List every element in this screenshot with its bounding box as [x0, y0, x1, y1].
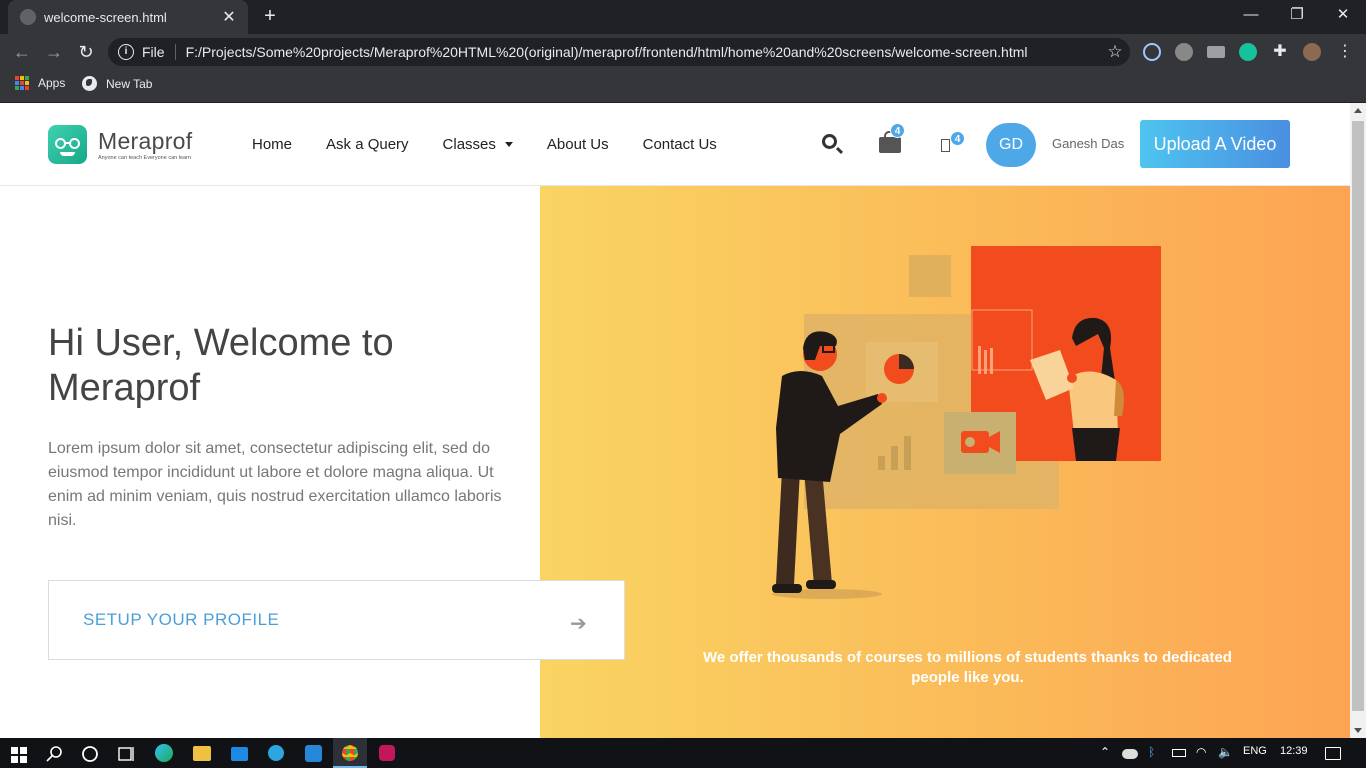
- back-button[interactable]: ←: [10, 40, 34, 64]
- nav-contact[interactable]: Contact Us: [643, 136, 717, 153]
- clock[interactable]: 12:39: [1280, 745, 1308, 757]
- restore-button[interactable]: ❐: [1274, 0, 1320, 34]
- search-taskbar-icon[interactable]: [46, 744, 64, 764]
- omnibox-divider: [174, 44, 176, 60]
- new-tab-button[interactable]: +: [258, 5, 282, 29]
- illustration-panel: We offer thousands of courses to million…: [540, 186, 1350, 738]
- onedrive-icon[interactable]: [1122, 749, 1138, 759]
- bookmarks-bar: Apps New Tab: [0, 70, 1366, 103]
- volume-icon[interactable]: 🔈: [1218, 745, 1233, 759]
- nav-about[interactable]: About Us: [547, 136, 609, 153]
- search-icon[interactable]: [822, 134, 837, 149]
- task-view-icon[interactable]: [117, 744, 135, 764]
- page-scrollbar[interactable]: [1350, 103, 1366, 738]
- forward-button[interactable]: →: [42, 40, 66, 64]
- brand-tagline: Anyone can teach Everyone can learn: [98, 154, 191, 161]
- nav-home[interactable]: Home: [252, 136, 292, 153]
- setup-profile-label: SETUP YOUR PROFILE: [83, 610, 280, 629]
- extension-icon[interactable]: [1175, 43, 1193, 61]
- welcome-description: Lorem ipsum dolor sit amet, consectetur …: [48, 440, 502, 529]
- cart-badge: 4: [890, 123, 905, 138]
- url-scheme: File: [142, 44, 165, 60]
- user-name[interactable]: Ganesh Das: [1052, 136, 1124, 151]
- page-favicon-icon: [20, 9, 36, 25]
- edge-icon[interactable]: [155, 744, 173, 762]
- battery-icon[interactable]: [1172, 749, 1186, 757]
- telegram-icon[interactable]: [268, 745, 284, 761]
- bookmark-star-icon[interactable]: ☆: [1100, 42, 1130, 62]
- scroll-up-icon[interactable]: [1354, 108, 1362, 113]
- brand-name: Meraprof: [98, 127, 193, 154]
- nav-classes[interactable]: Classes: [443, 136, 513, 153]
- cortana-icon[interactable]: [81, 744, 99, 764]
- tab-strip: welcome-screen.html ✕ + — ❐ ✕: [0, 0, 1366, 34]
- shopping-bag-icon[interactable]: 4: [879, 123, 905, 153]
- extensions-puzzle-icon[interactable]: ✚: [1271, 43, 1289, 61]
- mail-icon[interactable]: [231, 747, 248, 761]
- tab-title: welcome-screen.html: [44, 9, 167, 25]
- react-devtools-icon[interactable]: [1143, 43, 1161, 61]
- site-info-icon[interactable]: i: [118, 44, 134, 60]
- bookmark-new-tab-label: New Tab: [106, 76, 153, 91]
- setup-profile-button[interactable]: SETUP YOUR PROFILE ➔: [48, 580, 625, 660]
- file-explorer-icon[interactable]: [193, 746, 211, 761]
- scrollbar-thumb[interactable]: [1352, 121, 1364, 711]
- address-bar[interactable]: i File F:/Projects/Some%20projects/Merap…: [108, 38, 1130, 66]
- bluetooth-icon[interactable]: ᛒ: [1148, 745, 1155, 759]
- arrow-right-icon: ➔: [570, 613, 587, 635]
- tray-expand-icon[interactable]: ⌃: [1100, 745, 1110, 759]
- windows-taskbar: ⌃ ᛒ ◠ 🔈 ENG 12:39: [0, 738, 1366, 768]
- action-center-icon[interactable]: [1325, 747, 1341, 760]
- browser-toolbar: ← → ↻ i File F:/Projects/Some%20projects…: [0, 34, 1366, 70]
- bookmark-new-tab[interactable]: New Tab: [82, 76, 152, 91]
- welcome-heading: Hi User, Welcome to Meraprof: [48, 322, 394, 409]
- caret-down-icon: [504, 142, 513, 147]
- language-indicator[interactable]: ENG: [1243, 745, 1267, 757]
- site-logo[interactable]: Meraprof Anyone can teach Everyone can l…: [48, 125, 192, 164]
- web-page: Meraprof Anyone can teach Everyone can l…: [0, 103, 1350, 738]
- teaching-illustration: [772, 246, 1161, 599]
- bookmark-apps[interactable]: Apps: [15, 76, 65, 90]
- apps-grid-icon: [15, 76, 29, 90]
- logo-glasses-icon: [48, 125, 87, 164]
- bookmark-apps-label: Apps: [38, 76, 66, 90]
- chrome-taskbar-button[interactable]: [333, 738, 367, 768]
- browser-tab[interactable]: welcome-screen.html ✕: [8, 0, 248, 34]
- user-avatar[interactable]: GD: [986, 123, 1036, 167]
- globe-icon: [82, 76, 97, 91]
- minimize-button[interactable]: —: [1228, 0, 1274, 34]
- nav-classes-label: Classes: [442, 136, 496, 153]
- close-tab-icon[interactable]: ✕: [220, 7, 238, 27]
- windows-start-icon[interactable]: [11, 745, 27, 765]
- reload-button[interactable]: ↻: [74, 40, 98, 64]
- chrome-icon: [342, 745, 358, 761]
- nav-ask-query[interactable]: Ask a Query: [326, 136, 409, 153]
- url-text[interactable]: F:/Projects/Some%20projects/Meraprof%20H…: [186, 44, 1100, 60]
- close-window-button[interactable]: ✕: [1320, 0, 1366, 34]
- profile-avatar-icon[interactable]: [1303, 43, 1321, 61]
- vscode-icon[interactable]: [305, 745, 322, 762]
- grammarly-icon[interactable]: [1239, 43, 1257, 61]
- notification-badge: 4: [950, 131, 965, 146]
- upload-video-button[interactable]: Upload A Video: [1140, 120, 1290, 168]
- app-icon[interactable]: [379, 745, 395, 761]
- main-nav: Home Ask a Query Classes About Us Contac…: [252, 136, 751, 153]
- notification-icon[interactable]: 4: [941, 131, 965, 152]
- scroll-down-icon[interactable]: [1354, 728, 1362, 733]
- offer-tagline: We offer thousands of courses to million…: [703, 649, 1232, 686]
- menu-kebab-icon[interactable]: ⋮: [1336, 43, 1354, 61]
- wifi-icon[interactable]: ◠: [1196, 745, 1206, 759]
- site-header: Meraprof Anyone can teach Everyone can l…: [0, 103, 1350, 186]
- extension-shield-icon[interactable]: [1207, 46, 1225, 58]
